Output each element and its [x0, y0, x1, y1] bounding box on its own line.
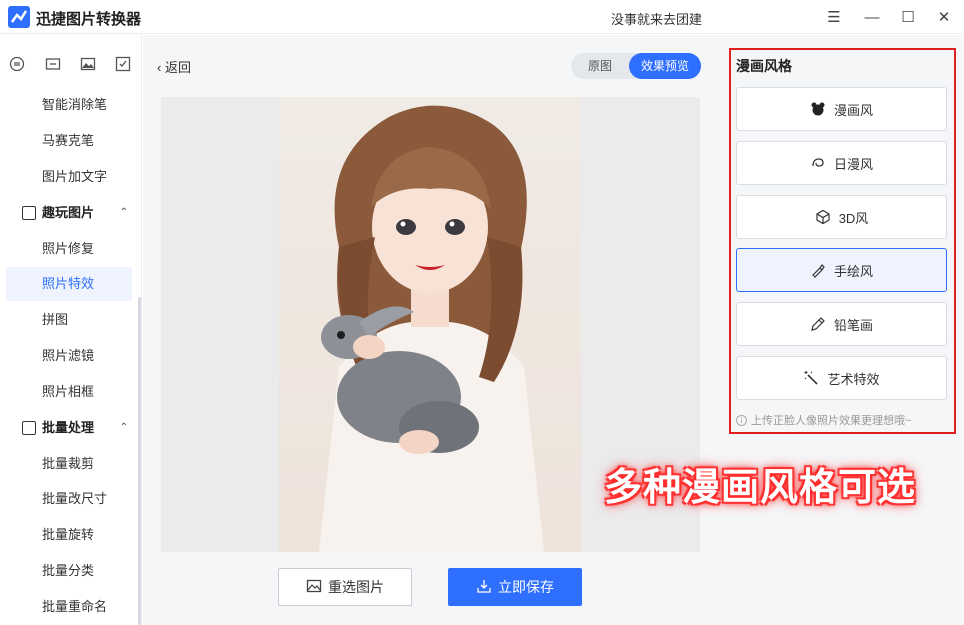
sidebar-item-batch-crop[interactable]: 批量裁剪: [6, 447, 132, 481]
sidebar-item-frame[interactable]: 照片相框: [6, 375, 132, 409]
pencil-icon: [810, 316, 826, 332]
close-icon[interactable]: ✕: [934, 7, 954, 27]
slogan-link[interactable]: 没事就来去团建: [611, 9, 702, 28]
image-icon: [22, 206, 36, 220]
save-label: 立即保存: [498, 579, 554, 595]
app-logo-icon: [8, 6, 30, 28]
menu-icon[interactable]: ☰: [824, 7, 844, 27]
sidebar-item-collage[interactable]: 拼图: [6, 303, 132, 337]
style-button-hand-drawn[interactable]: 手绘风: [736, 248, 947, 292]
sidebar-scrollbar[interactable]: [138, 297, 141, 625]
maximize-icon[interactable]: ☐: [898, 7, 918, 27]
title-bar: 迅捷图片转换器 没事就来去团建 ☰ — ☐ ✕: [0, 0, 964, 34]
sidebar-item-photo-effects[interactable]: 照片特效: [6, 267, 132, 301]
style-label: 3D风: [838, 210, 869, 226]
convert-icon[interactable]: [8, 55, 26, 73]
tab-effect-preview[interactable]: 效果预览: [629, 53, 701, 79]
chevron-up-icon: ⌃: [119, 422, 128, 433]
style-button-comic[interactable]: 漫画风: [736, 87, 947, 131]
preview-image: [279, 97, 581, 552]
batch-icon: [22, 421, 36, 435]
sidebar-item-batch-rename[interactable]: 批量重命名: [6, 590, 132, 624]
style-label: 漫画风: [833, 102, 873, 118]
sidebar-item-filter[interactable]: 照片滤镜: [6, 339, 132, 373]
swirl-icon: [810, 155, 826, 171]
style-button-anime[interactable]: 日漫风: [736, 141, 947, 185]
sidebar-tool-icons: [0, 35, 142, 91]
back-button[interactable]: ‹ 返回: [157, 57, 191, 76]
style-button-3d[interactable]: 3D风: [736, 195, 947, 239]
style-label: 日漫风: [833, 156, 873, 172]
style-button-art-effects[interactable]: 艺术特效: [736, 356, 947, 400]
sidebar-item-mosaic[interactable]: 马赛克笔: [6, 124, 132, 158]
style-button-pencil[interactable]: 铅笔画: [736, 302, 947, 346]
tab-original[interactable]: 原图: [571, 53, 629, 79]
sidebar-group-fun[interactable]: 趣玩图片 ⌃: [6, 196, 132, 230]
sidebar-item-batch-resize[interactable]: 批量改尺寸: [6, 482, 132, 516]
sidebar-group-label: 趣玩图片: [42, 205, 95, 220]
main-area: ‹ 返回 原图 效果预览 重选图片 立即保存: [143, 35, 718, 625]
magic-wand-icon: [803, 370, 819, 386]
minimize-icon[interactable]: —: [862, 7, 882, 27]
bear-icon: [810, 101, 826, 117]
app-title: 迅捷图片转换器: [36, 11, 142, 28]
back-label: 返回: [164, 60, 191, 75]
edit-icon[interactable]: [114, 55, 132, 73]
upload-hint: i 上传正脸人像照片效果更理想哦~: [736, 412, 911, 428]
image-icon[interactable]: [79, 55, 97, 73]
style-label: 手绘风: [833, 263, 873, 279]
sidebar-item-add-text[interactable]: 图片加文字: [6, 160, 132, 194]
promo-caption: 多种漫画风格可选: [604, 465, 917, 509]
style-label: 艺术特效: [827, 371, 880, 387]
sidebar: 智能消除笔 马赛克笔 图片加文字 趣玩图片 ⌃ 照片修复 照片特效 拼图 照片滤…: [0, 35, 142, 625]
view-toggle: 原图 效果预览: [571, 53, 701, 79]
sidebar-group-label: 批量处理: [42, 420, 95, 435]
compress-icon[interactable]: [44, 55, 62, 73]
style-panel-title: 漫画风格: [736, 58, 792, 74]
reselect-label: 重选图片: [328, 579, 384, 595]
reselect-image-button[interactable]: 重选图片: [278, 568, 412, 606]
image-icon: [306, 578, 322, 597]
sidebar-group-batch[interactable]: 批量处理 ⌃: [6, 411, 132, 445]
brush-icon: [810, 262, 826, 278]
style-label: 铅笔画: [833, 317, 873, 333]
sidebar-item-batch-rotate[interactable]: 批量旋转: [6, 518, 132, 552]
sidebar-item-batch-classify[interactable]: 批量分类: [6, 554, 132, 588]
save-now-button[interactable]: 立即保存: [448, 568, 582, 606]
sidebar-item-smart-eraser[interactable]: 智能消除笔: [6, 88, 132, 122]
cube-icon: [815, 209, 831, 225]
chevron-up-icon: ⌃: [119, 207, 128, 218]
chevron-left-icon: ‹: [157, 60, 162, 75]
info-icon: i: [736, 414, 747, 426]
sidebar-item-photo-repair[interactable]: 照片修复: [6, 232, 132, 266]
download-icon: [476, 578, 492, 597]
hint-text: 上传正脸人像照片效果更理想哦~: [751, 415, 912, 427]
style-panel: 漫画风格 漫画风 日漫风 3D风 手绘风 铅笔画 艺术特效 i 上传正脸人像照片…: [718, 35, 964, 625]
